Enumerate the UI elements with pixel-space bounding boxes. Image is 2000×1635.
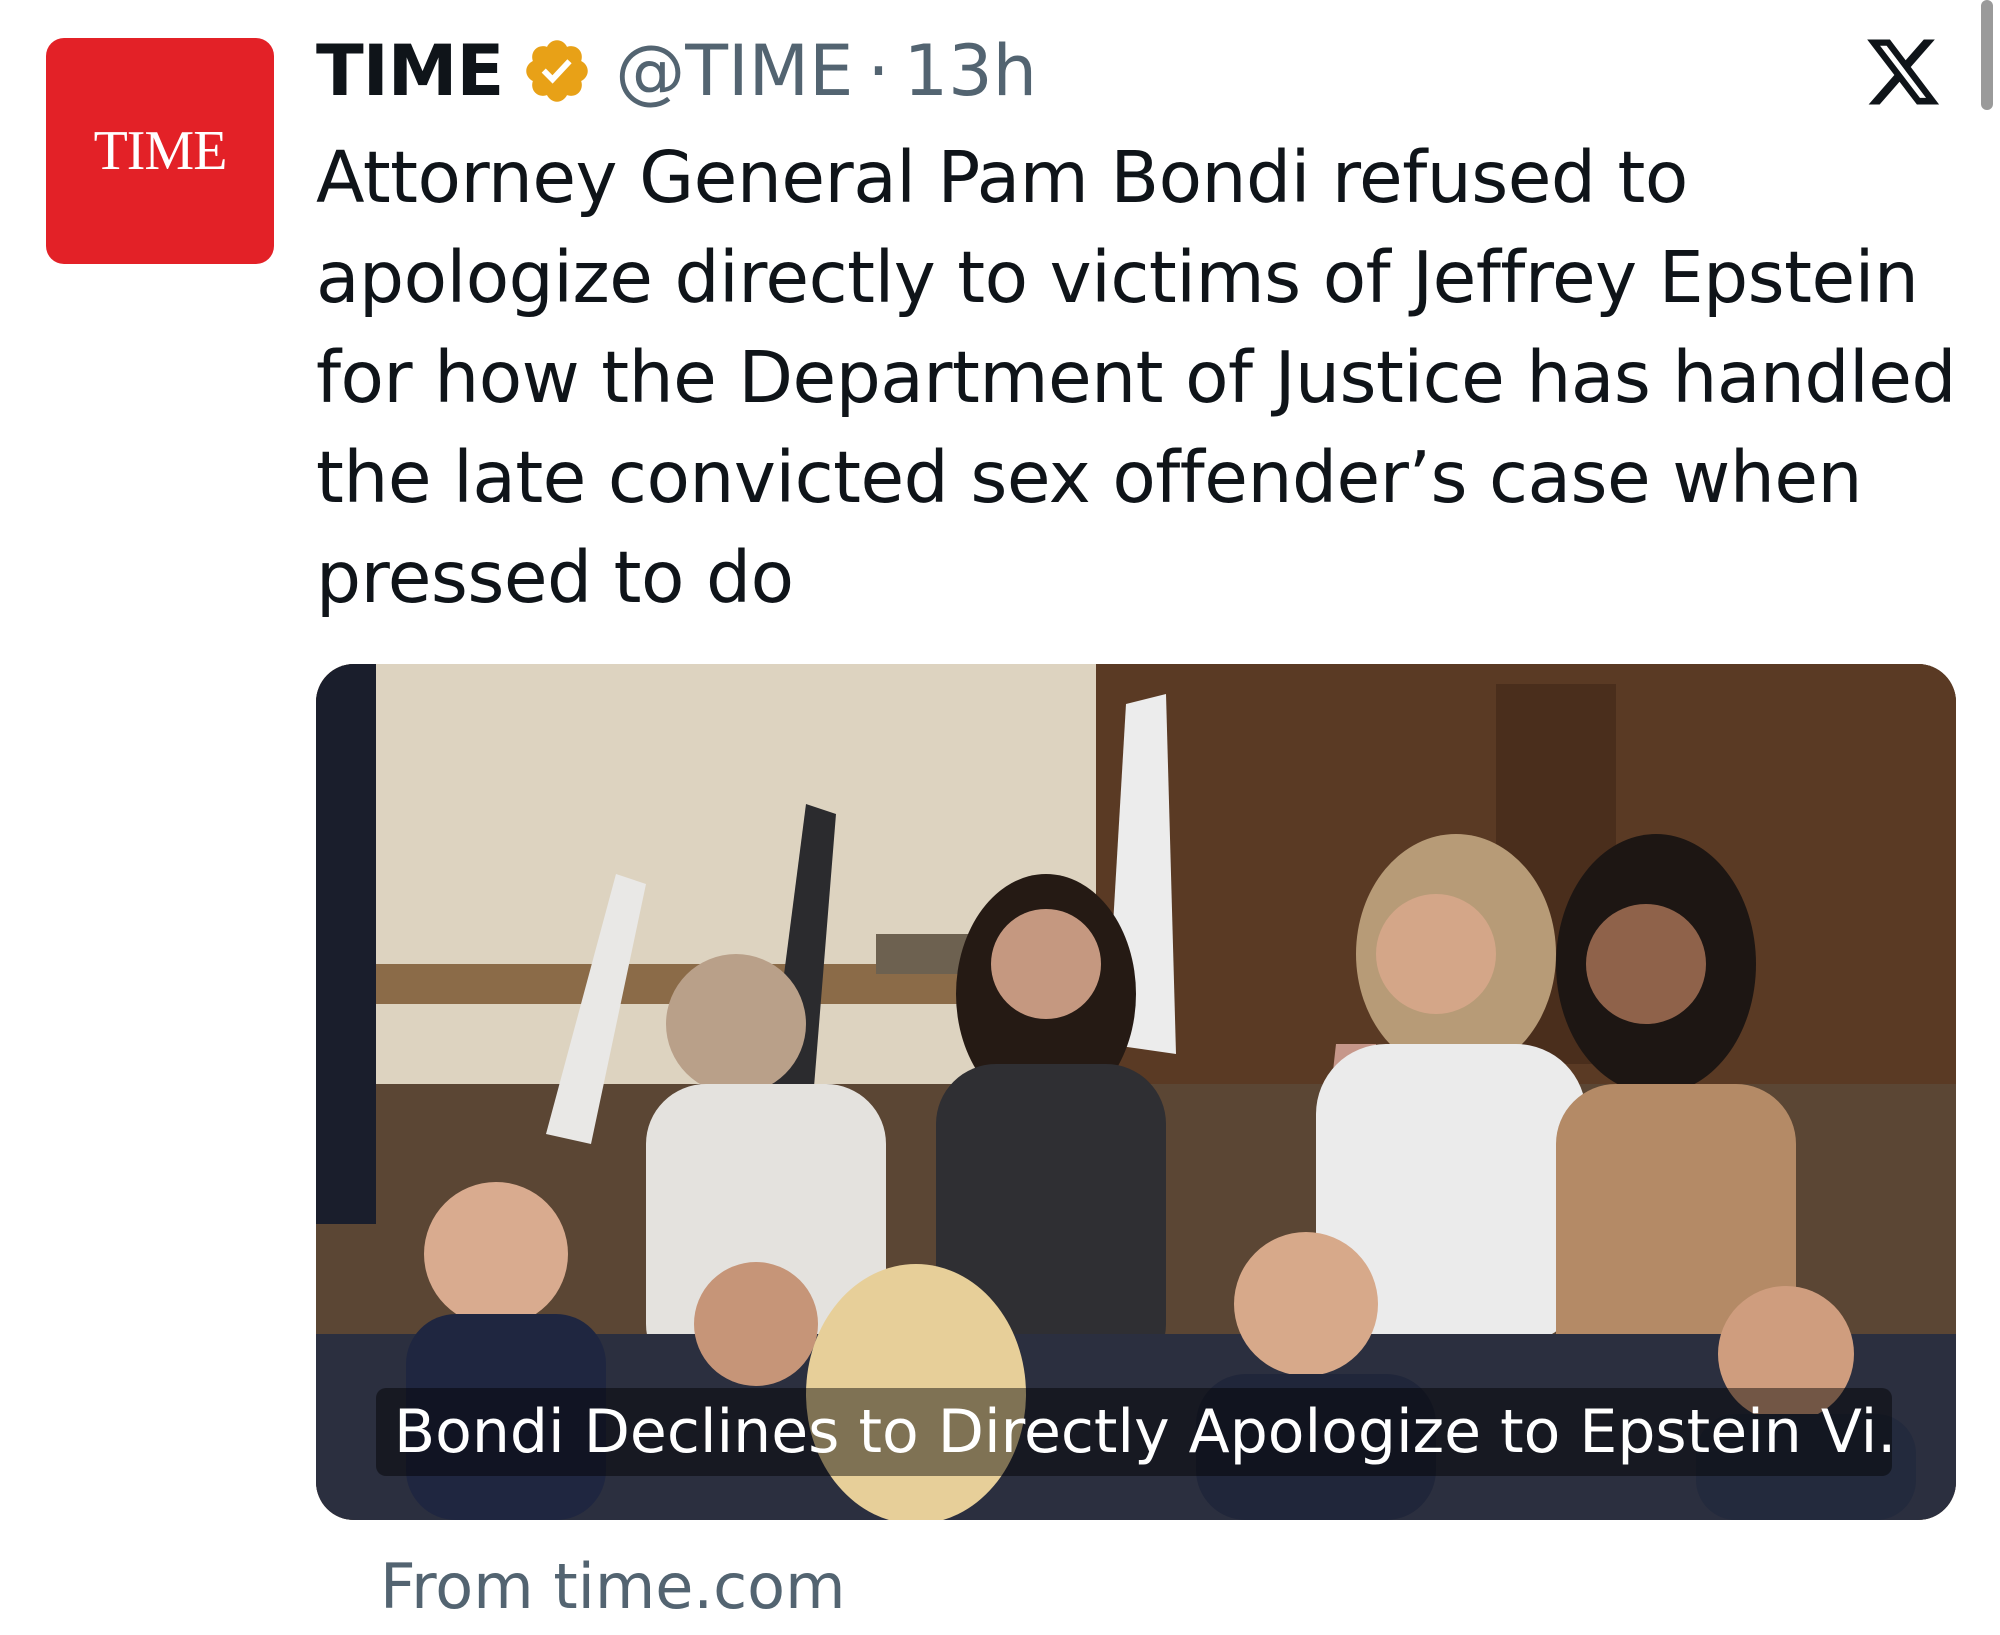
scrollbar[interactable]	[1981, 0, 1993, 110]
tweet-header: TIME @TIME · 13h	[316, 26, 1037, 116]
avatar-logo-text: TIME	[93, 120, 228, 182]
display-name[interactable]: TIME	[316, 30, 504, 112]
link-source[interactable]: From time.com	[380, 1550, 846, 1623]
separator-dot: ·	[867, 30, 890, 112]
x-logo-icon	[1867, 39, 1940, 105]
link-card[interactable]: Bondi Declines to Directly Apologize to …	[316, 664, 1956, 1520]
timestamp[interactable]: 13h	[904, 30, 1037, 112]
card-title: Bondi Declines to Directly Apologize to …	[376, 1388, 1892, 1476]
verified-badge-icon	[526, 40, 589, 102]
handle[interactable]: @TIME	[615, 30, 853, 112]
avatar[interactable]: TIME	[46, 38, 274, 264]
tweet-text: Attorney General Pam Bondi refused to ap…	[316, 136, 1956, 619]
